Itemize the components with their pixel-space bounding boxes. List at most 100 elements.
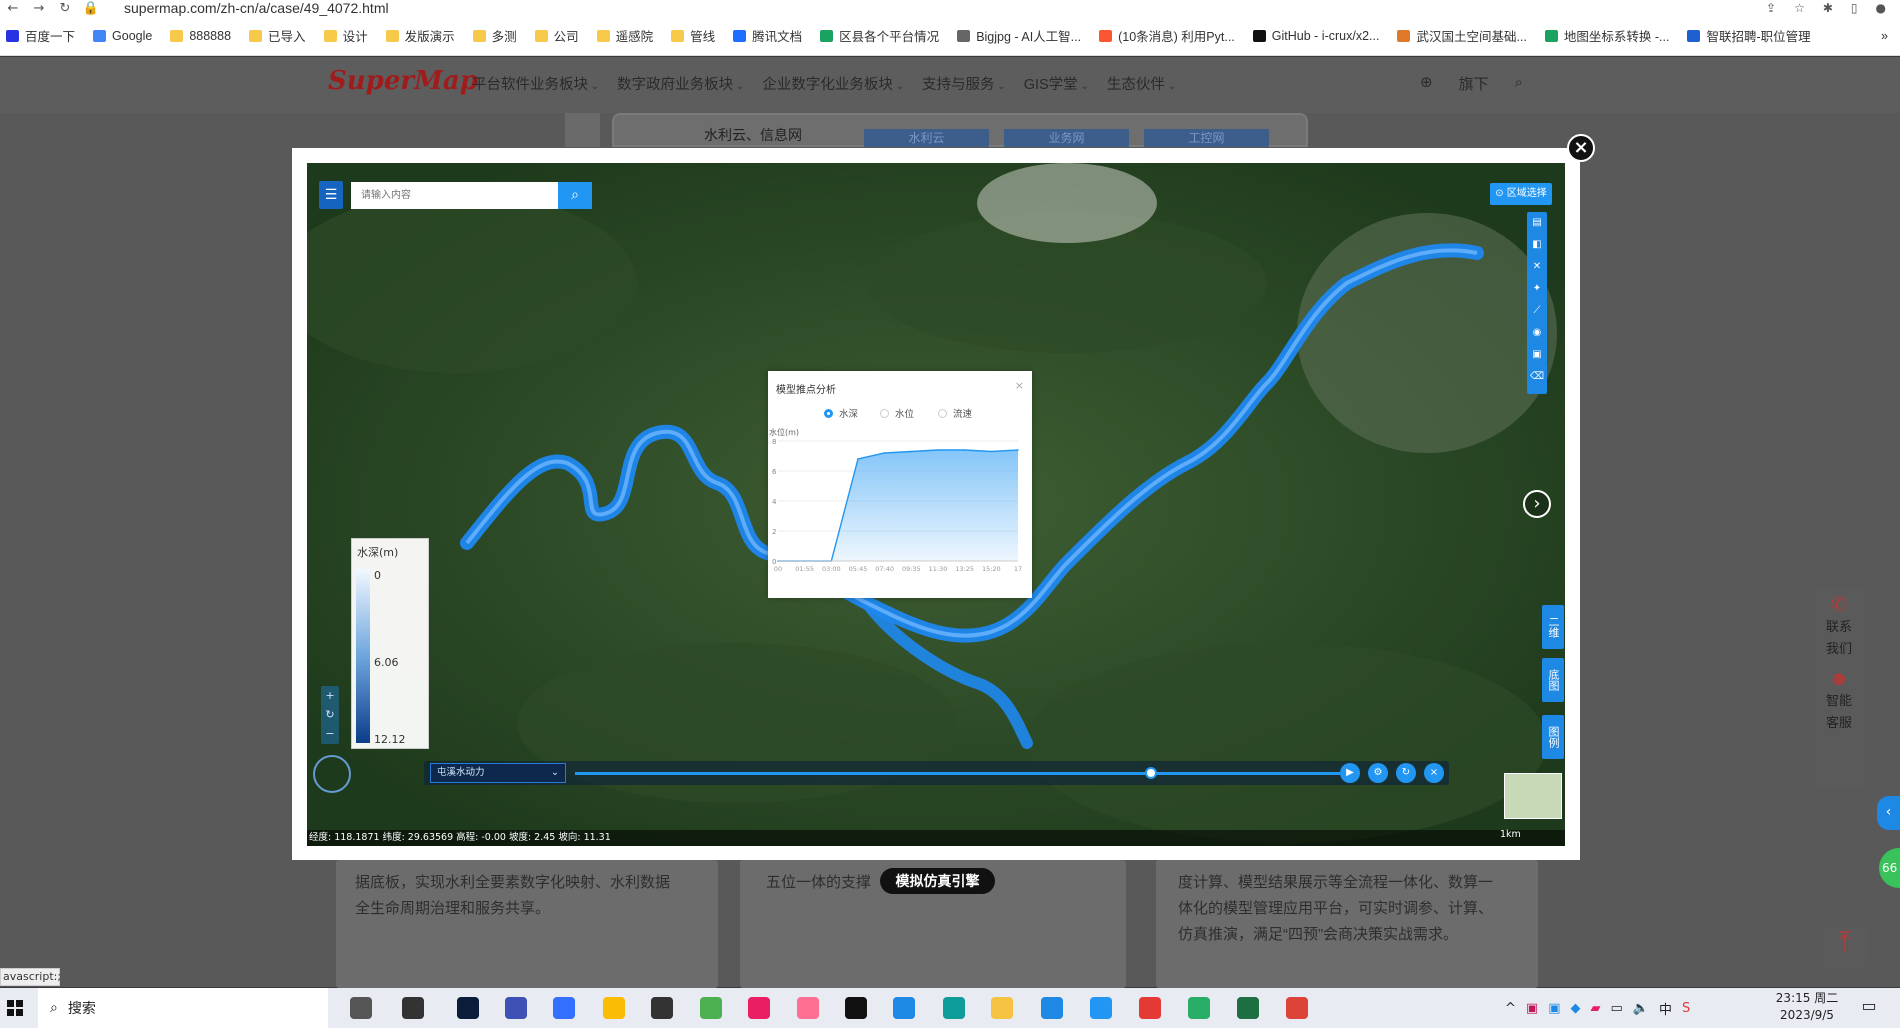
layers-icon[interactable]: ▤	[1527, 212, 1547, 234]
bookmark-item[interactable]: 地图坐标系转换 -...	[1544, 26, 1669, 45]
bookmark-item[interactable]: 百度一下	[6, 26, 75, 45]
cube-icon[interactable]: ◧	[1527, 234, 1547, 256]
taskbar-search[interactable]: ⌕ 搜索	[38, 988, 328, 1028]
play-icon[interactable]: ▶	[1340, 763, 1360, 783]
clear-icon[interactable]: ⌫	[1527, 366, 1547, 388]
widgets-icon[interactable]	[350, 997, 372, 1019]
jetbrains-icon[interactable]	[845, 997, 867, 1019]
close-icon[interactable]: ×	[1567, 134, 1595, 162]
bookmark-item[interactable]: GitHub - i-crux/x2...	[1252, 29, 1379, 43]
chrome-icon[interactable]	[603, 997, 625, 1019]
ime-indicator[interactable]: 中	[1659, 999, 1672, 1018]
reload-icon[interactable]: ↻	[52, 1, 78, 16]
nav-item[interactable]: 企业数字化业务板块	[762, 73, 904, 94]
layer-list-icon[interactable]: ☰	[319, 181, 343, 209]
bookmark-item[interactable]: (10条消息) 利用Pyt...	[1099, 26, 1235, 45]
search-icon[interactable]: ⌕	[1515, 73, 1523, 94]
timeline-close-icon[interactable]: ×	[1424, 763, 1444, 783]
basemap-button[interactable]: 底图	[1542, 658, 1564, 702]
bookmark-item[interactable]: Google	[93, 29, 152, 43]
bookmark-item[interactable]: 发版演示	[385, 26, 455, 45]
url-text[interactable]: supermap.com/zh-cn/a/case/49_4072.html	[124, 0, 1766, 16]
tray-app-icon[interactable]: ▣	[1526, 1001, 1538, 1016]
overview-minimap[interactable]	[1504, 773, 1562, 819]
volume-icon[interactable]: 🔈	[1633, 1001, 1649, 1016]
tray-app-icon[interactable]: ◆	[1571, 1001, 1581, 1016]
clock[interactable]: 23:15 周二 2023/9/5	[1774, 990, 1840, 1024]
compass-icon[interactable]	[313, 755, 351, 793]
bookmark-item[interactable]: 已导入	[249, 26, 306, 45]
network-icon[interactable]: ▭	[1611, 1001, 1623, 1016]
side-collapse-icon[interactable]: ‹	[1877, 796, 1900, 830]
timeline-thumb[interactable]	[1145, 767, 1157, 779]
nav-item[interactable]: GIS学堂	[1024, 73, 1089, 94]
view-2d-button[interactable]: 二维	[1542, 605, 1564, 649]
profile-avatar[interactable]: ●	[1876, 1, 1886, 15]
strip-tab-0[interactable]: 水利云	[864, 129, 989, 147]
radio-velocity[interactable]: 流速	[938, 406, 972, 420]
notification-icon[interactable]: ▭	[1858, 996, 1880, 1018]
search-zoom-icon[interactable]	[402, 997, 424, 1019]
globe-icon[interactable]: ⊕	[1420, 73, 1433, 94]
reset-icon[interactable]: ↻	[321, 705, 339, 724]
sogou-icon[interactable]: S	[1682, 1001, 1690, 1016]
app-icon[interactable]	[1041, 997, 1063, 1019]
sidepanel-icon[interactable]: ▯	[1851, 1, 1858, 15]
bookmark-item[interactable]: 遥感院	[596, 26, 653, 45]
tray-expand-icon[interactable]: ^	[1505, 1001, 1516, 1016]
eye-icon[interactable]: ◉	[1527, 322, 1547, 344]
back-icon[interactable]: ←	[0, 1, 26, 16]
edge-icon[interactable]	[943, 997, 965, 1019]
bookmarks-more-icon[interactable]: »	[1881, 29, 1900, 43]
measure-icon[interactable]: ✕	[1527, 256, 1547, 278]
app-icon[interactable]	[1090, 997, 1112, 1019]
timeline-track[interactable]	[575, 772, 1340, 775]
map-search-icon[interactable]: ⌕	[558, 182, 592, 209]
chart-close-icon[interactable]: ×	[1015, 379, 1024, 392]
nav-item[interactable]: 生态伙伴	[1107, 73, 1176, 94]
explorer-icon[interactable]	[991, 997, 1013, 1019]
contact-us-link[interactable]: 联系 我们	[1813, 616, 1865, 660]
bookmark-item[interactable]: 管线	[671, 26, 715, 45]
app-icon[interactable]	[505, 997, 527, 1019]
app-icon[interactable]	[893, 997, 915, 1019]
bookmark-item[interactable]: 武汉国土空间基础...	[1397, 26, 1527, 45]
line-icon[interactable]: ⟋	[1527, 300, 1547, 322]
region-select-button[interactable]: ⊙ 区域选择	[1490, 183, 1552, 205]
photoshop-icon[interactable]	[457, 997, 479, 1019]
bookmark-item[interactable]: 腾讯文档	[733, 26, 802, 45]
print-icon[interactable]: ▣	[1527, 344, 1547, 366]
bookmark-item[interactable]: Bigjpg - AI人工智...	[957, 26, 1081, 45]
next-image-icon[interactable]: ›	[1523, 490, 1551, 518]
lang-menu[interactable]: 旗下	[1459, 73, 1489, 94]
settings-icon[interactable]: ⚙	[1368, 763, 1388, 783]
chrome-icon[interactable]	[1286, 997, 1308, 1019]
model-select[interactable]: 屯溪水动力 ⌄	[430, 763, 566, 783]
bookmark-item[interactable]: 公司	[534, 26, 579, 45]
windows-start-icon[interactable]	[0, 988, 30, 1028]
ai-service-link[interactable]: 智能 客服	[1813, 690, 1865, 734]
strip-tab-2[interactable]: 工控网	[1144, 129, 1269, 147]
nav-item[interactable]: 平台软件业务板块	[472, 73, 599, 94]
back-to-top-button[interactable]: ⤒	[1822, 922, 1868, 968]
tray-app-icon[interactable]: ▣	[1548, 1001, 1560, 1016]
pin-icon[interactable]: ✦	[1527, 278, 1547, 300]
bookmark-item[interactable]: 多测	[472, 26, 517, 45]
strip-tab-1[interactable]: 业务网	[1004, 129, 1129, 147]
app-icon[interactable]	[700, 997, 722, 1019]
bookmark-item[interactable]: 区县各个平台情况	[820, 26, 939, 45]
wps-icon[interactable]	[1139, 997, 1161, 1019]
nav-item[interactable]: 支持与服务	[922, 73, 1006, 94]
star-icon[interactable]: ☆	[1794, 1, 1805, 15]
forward-icon[interactable]: →	[26, 1, 52, 16]
simulation-engine-button[interactable]: 模拟仿真引擎	[880, 868, 995, 894]
extension-icon[interactable]: ✱	[1823, 1, 1833, 15]
wechat-icon[interactable]	[1188, 997, 1210, 1019]
supermap-logo[interactable]: SuperMap	[328, 66, 478, 96]
tray-app-icon[interactable]: ▰	[1591, 1001, 1601, 1016]
map-search-input[interactable]	[351, 182, 558, 209]
feishu-icon[interactable]	[553, 997, 575, 1019]
excel-icon[interactable]	[1237, 997, 1259, 1019]
zoom-in-icon[interactable]: +	[321, 686, 339, 705]
refresh-icon[interactable]: ↻	[1396, 763, 1416, 783]
